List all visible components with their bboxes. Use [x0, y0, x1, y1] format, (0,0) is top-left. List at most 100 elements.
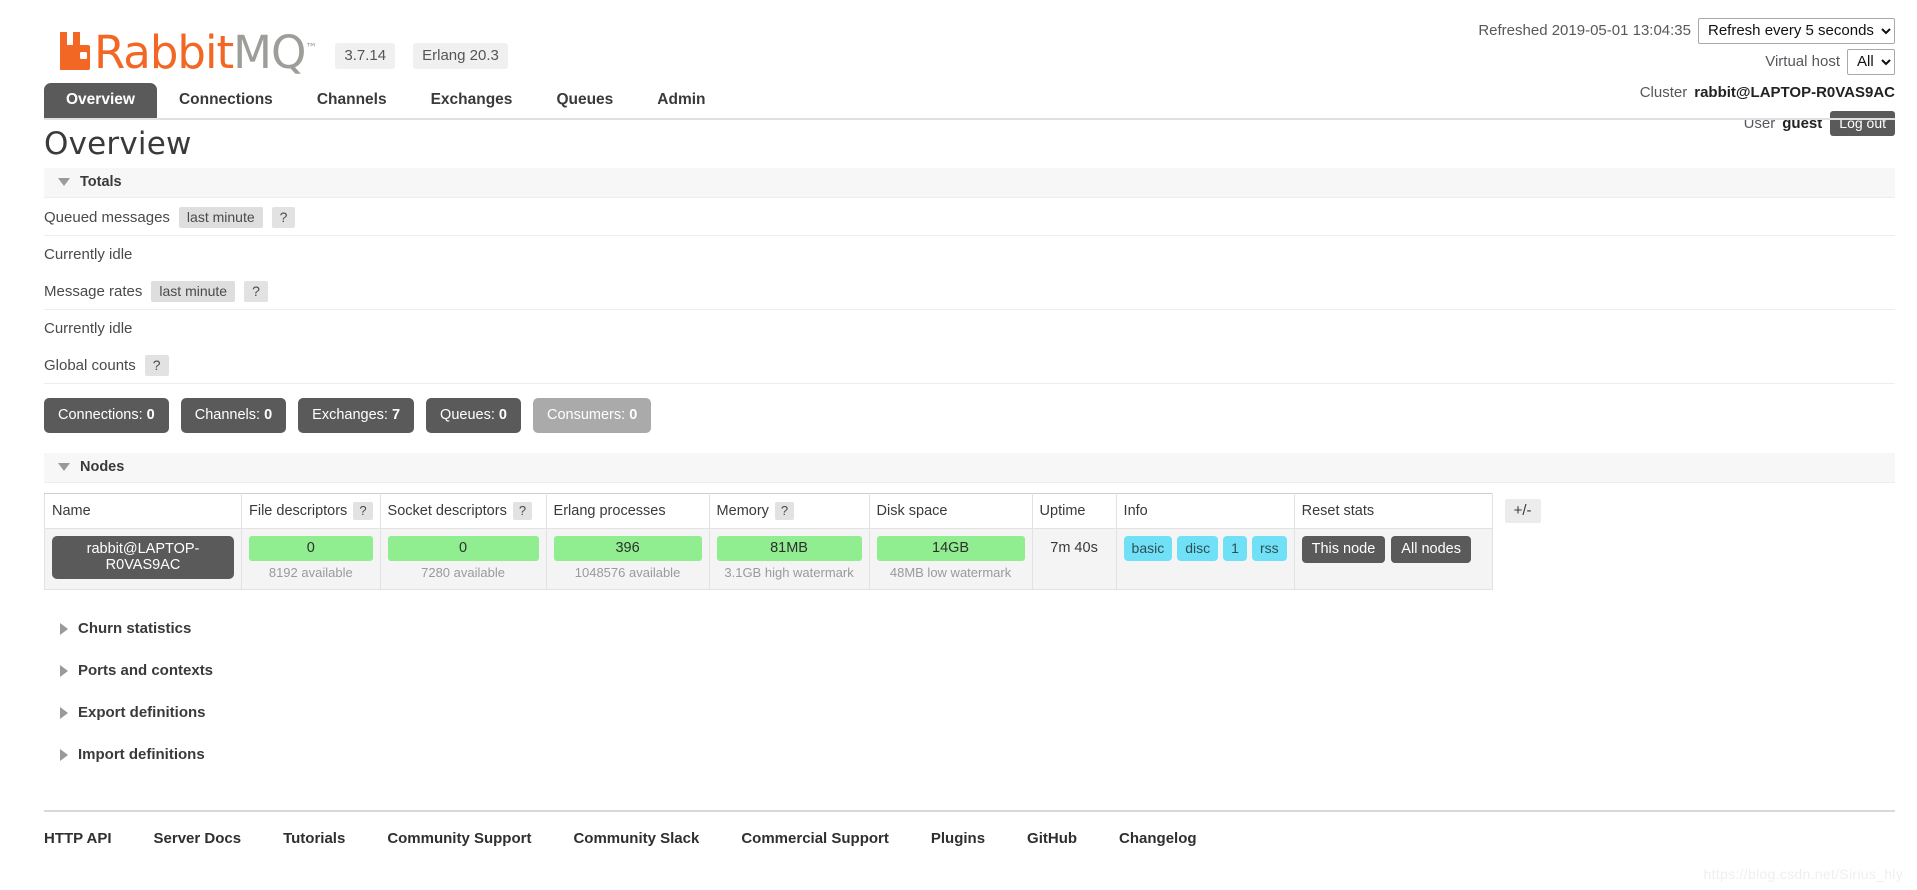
section-import-definitions[interactable]: Import definitions — [44, 734, 1895, 776]
count-badge-queues[interactable]: Queues: 0 — [426, 398, 521, 433]
cell-memory: 81MB 3.1GB high watermark — [708, 528, 870, 590]
tab-connections[interactable]: Connections — [157, 83, 295, 118]
col-reset-stats: Reset stats — [1293, 493, 1493, 529]
count-badge-exchanges[interactable]: Exchanges: 7 — [298, 398, 415, 433]
footer-link-http-api[interactable]: HTTP API — [44, 830, 112, 847]
count-label-consumers: Consumers: — [546, 407, 626, 423]
section-churn-statistics[interactable]: Churn statistics — [44, 608, 1895, 650]
queued-messages-label: Queued messages — [44, 209, 170, 226]
vhost-line: Virtual host All — [1478, 48, 1895, 75]
message-rates-help-icon[interactable]: ? — [244, 281, 268, 302]
section-ports-and-contexts[interactable]: Ports and contexts — [44, 650, 1895, 692]
footer-link-commercial-support[interactable]: Commercial Support — [741, 830, 889, 847]
message-rates-row: Message rates last minute ? — [44, 272, 1895, 310]
global-counts-row: Global counts ? — [44, 346, 1895, 384]
info-badge-disc[interactable]: disc — [1177, 536, 1219, 561]
count-label-channels: Channels: — [194, 407, 261, 423]
info-badge-group: basic disc 1 rss — [1123, 536, 1287, 561]
count-value-connections: 0 — [146, 407, 155, 423]
uptime-value: 7m 40s — [1050, 540, 1098, 556]
section-export-definitions[interactable]: Export definitions — [44, 692, 1895, 734]
col-erlang-processes: Erlang processes — [545, 493, 710, 529]
rabbitmq-logo[interactable]: RabbitMQ™ 3.7.14 Erlang 20.3 — [58, 26, 508, 75]
count-value-channels: 0 — [264, 407, 273, 423]
tab-admin[interactable]: Admin — [635, 83, 727, 118]
col-name: Name — [44, 493, 242, 529]
section-ports-and-contexts-label: Ports and contexts — [78, 662, 214, 679]
chevron-down-icon — [58, 463, 70, 471]
footer-link-github[interactable]: GitHub — [1027, 830, 1077, 847]
message-rates-status: Currently idle — [44, 320, 133, 337]
footer-link-server-docs[interactable]: Server Docs — [154, 830, 242, 847]
vhost-label: Virtual host — [1765, 53, 1840, 70]
count-value-exchanges: 7 — [391, 407, 401, 423]
count-value-consumers: 0 — [629, 407, 638, 423]
count-badge-channels[interactable]: Channels: 0 — [180, 398, 287, 433]
memory-help-icon[interactable]: ? — [774, 501, 795, 520]
message-rates-range-chip[interactable]: last minute — [151, 281, 236, 302]
memory-value: 81MB — [716, 536, 862, 561]
chevron-right-icon — [60, 748, 68, 761]
footer-link-community-support[interactable]: Community Support — [387, 830, 531, 847]
section-import-definitions-label: Import definitions — [78, 746, 205, 763]
nodes-section-header[interactable]: Nodes — [44, 453, 1895, 483]
totals-section-label: Totals — [80, 174, 122, 190]
node-name-link[interactable]: rabbit@LAPTOP-R0VAS9AC — [52, 536, 234, 579]
erlang-processes-value: 396 — [553, 536, 702, 561]
logo-trademark: ™ — [305, 41, 318, 55]
footer-link-community-slack[interactable]: Community Slack — [573, 830, 699, 847]
count-badge-consumers[interactable]: Consumers: 0 — [532, 398, 652, 433]
file-descriptors-sub: 8192 available — [268, 565, 353, 580]
info-badge-basic[interactable]: basic — [1123, 536, 1173, 561]
count-label-exchanges: Exchanges: — [312, 407, 388, 423]
section-export-definitions-label: Export definitions — [78, 704, 206, 721]
count-label-connections: Connections: — [58, 407, 143, 423]
col-socket-descriptors-label: Socket descriptors — [387, 502, 507, 519]
totals-section-header[interactable]: Totals — [44, 168, 1895, 198]
tab-queues[interactable]: Queues — [534, 83, 635, 118]
cell-info: basic disc 1 rss — [1115, 528, 1295, 590]
tab-exchanges[interactable]: Exchanges — [409, 83, 535, 118]
main-content: Overview Totals Queued messages last min… — [44, 126, 1895, 776]
cell-file-descriptors: 0 8192 available — [241, 528, 381, 590]
col-file-descriptors-label: File descriptors — [249, 502, 348, 519]
count-label-queues: Queues: — [440, 407, 495, 423]
refreshed-timestamp: Refreshed 2019-05-01 13:04:35 — [1478, 22, 1691, 39]
cell-plusminus-spacer — [1492, 529, 1548, 590]
cell-erlang-processes: 396 1048576 available — [545, 528, 710, 590]
global-counts-help-icon[interactable]: ? — [144, 355, 169, 376]
footer-link-tutorials[interactable]: Tutorials — [283, 830, 345, 847]
socket-descriptors-value: 0 — [387, 536, 539, 561]
chevron-right-icon — [60, 622, 68, 635]
refresh-interval-select[interactable]: Refresh every 5 seconds — [1698, 17, 1895, 44]
queued-messages-help-icon[interactable]: ? — [271, 207, 296, 228]
tab-channels[interactable]: Channels — [295, 83, 409, 118]
reset-all-nodes-button[interactable]: All nodes — [1391, 536, 1471, 563]
col-plusminus: +/- — [1492, 494, 1548, 529]
footer-link-changelog[interactable]: Changelog — [1119, 830, 1197, 847]
socket-descriptors-help-icon[interactable]: ? — [512, 501, 533, 520]
footer-link-plugins[interactable]: Plugins — [931, 830, 985, 847]
reset-this-node-button[interactable]: This node — [1301, 536, 1386, 563]
toggle-columns-button[interactable]: +/- — [1504, 498, 1541, 523]
watermark: https://blog.csdn.net/Sirius_hly — [1703, 866, 1903, 882]
table-row: rabbit@LAPTOP-R0VAS9AC 0 8192 available … — [44, 528, 1549, 590]
info-badge-count[interactable]: 1 — [1223, 536, 1247, 561]
header-status-block: Refreshed 2019-05-01 13:04:35 Refresh ev… — [1478, 17, 1895, 142]
queued-messages-status: Currently idle — [44, 246, 133, 263]
col-socket-descriptors: Socket descriptors? — [379, 493, 547, 529]
reset-stats-buttons: This node All nodes — [1301, 536, 1485, 563]
info-badge-rss[interactable]: rss — [1251, 536, 1287, 561]
disk-space-value: 14GB — [876, 536, 1025, 561]
count-badge-connections[interactable]: Connections: 0 — [44, 398, 169, 433]
cell-node-name: rabbit@LAPTOP-R0VAS9AC — [44, 528, 242, 590]
page-title: Overview — [44, 126, 192, 162]
nodes-table-wrapper: Name File descriptors? Socket descriptor… — [44, 493, 1895, 590]
vhost-select[interactable]: All — [1847, 48, 1895, 75]
queued-messages-range-chip[interactable]: last minute — [178, 207, 263, 228]
cell-disk-space: 14GB 48MB low watermark — [868, 528, 1033, 590]
file-descriptors-help-icon[interactable]: ? — [353, 501, 373, 520]
rabbit-logo-icon — [58, 30, 92, 75]
main-navigation-tabs: Overview Connections Channels Exchanges … — [44, 83, 1895, 120]
tab-overview[interactable]: Overview — [44, 83, 157, 118]
